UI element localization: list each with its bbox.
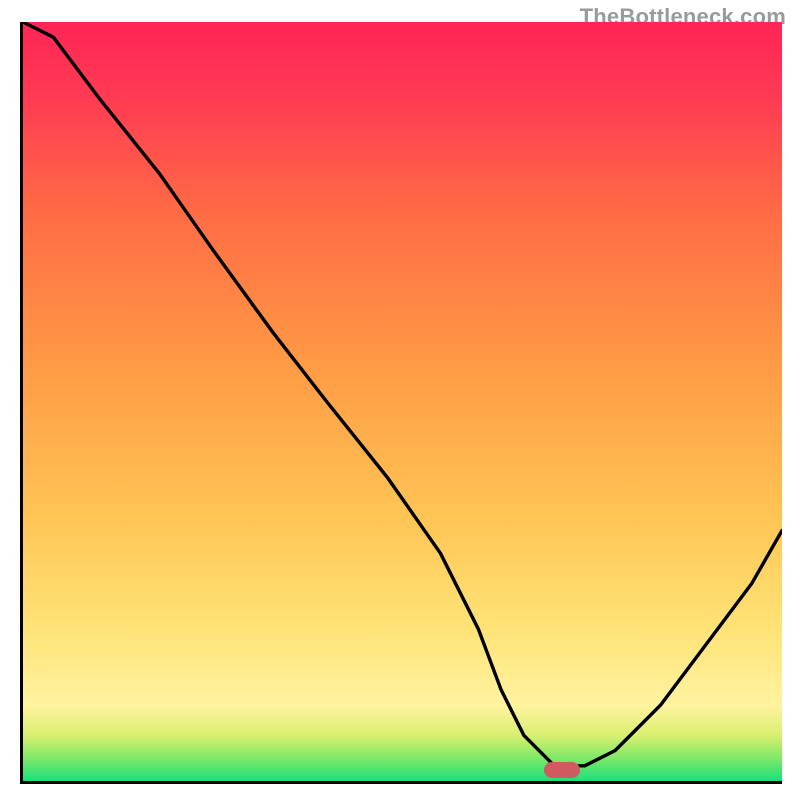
background-gradient: [23, 22, 782, 781]
plot-area: [20, 22, 782, 784]
optimal-marker: [544, 762, 580, 778]
chart-container: TheBottleneck.com: [0, 0, 800, 800]
